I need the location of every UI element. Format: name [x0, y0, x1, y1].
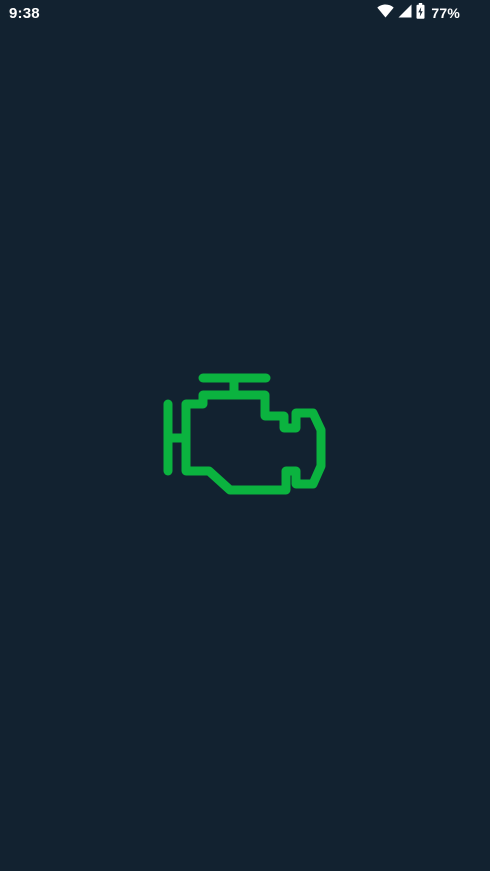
status-icons: 77%	[377, 2, 460, 24]
wifi-icon	[377, 4, 395, 23]
check-engine-icon	[158, 368, 334, 500]
status-bar: 9:38 77%	[0, 0, 490, 28]
splash-screen: 9:38 77%	[0, 0, 490, 871]
battery-percentage: 77%	[431, 5, 460, 21]
status-time: 9:38	[9, 5, 40, 22]
battery-charging-icon	[416, 2, 425, 24]
cellular-signal-icon	[398, 4, 412, 23]
